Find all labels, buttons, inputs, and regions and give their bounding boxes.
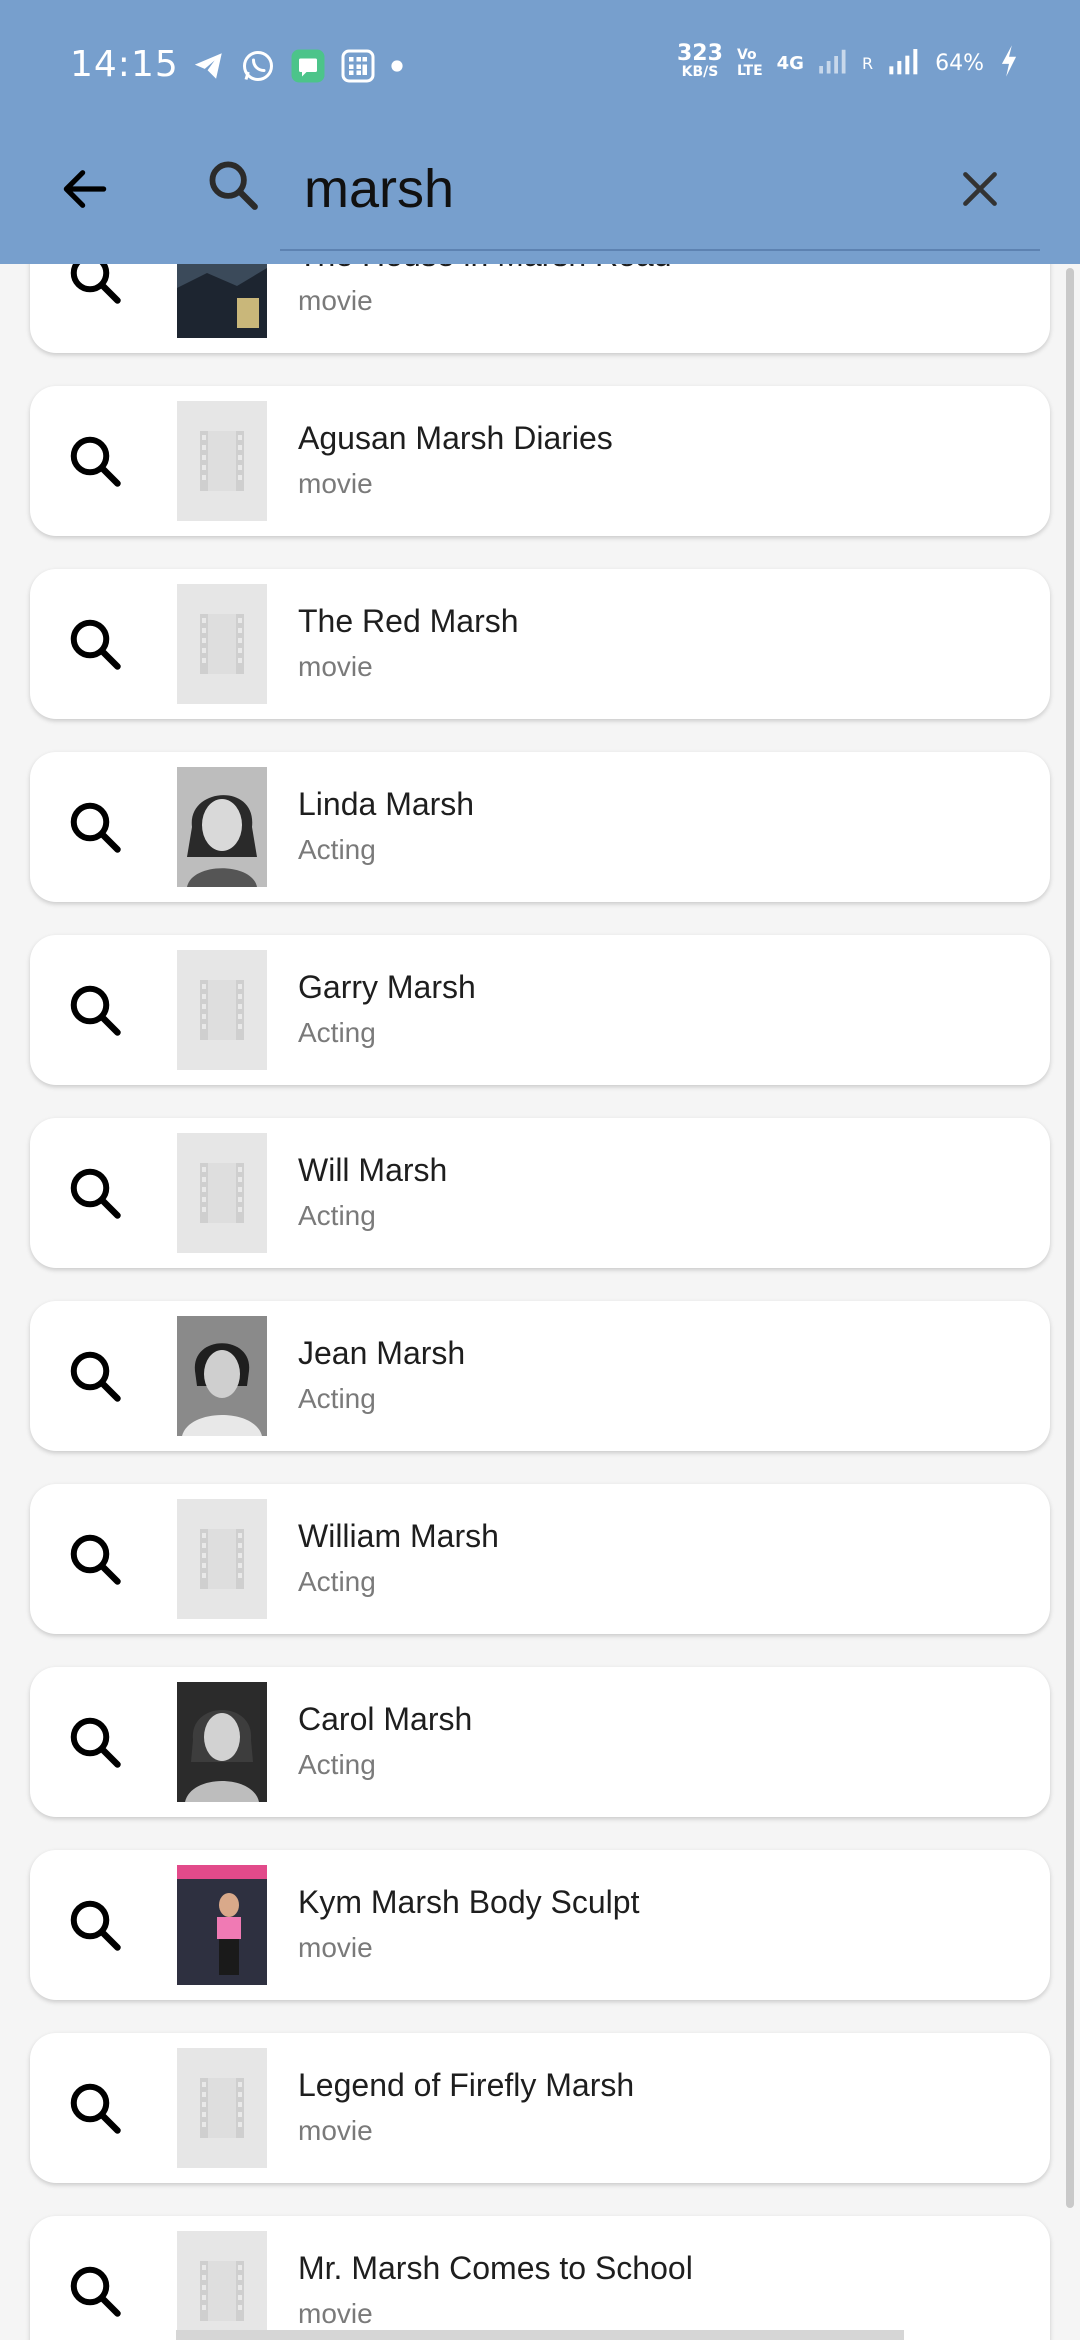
result-card[interactable]: Carol Marsh Acting <box>30 1667 1050 1817</box>
result-subtitle: movie <box>298 468 373 499</box>
person-photo-thumbnail <box>177 1316 267 1436</box>
search-icon <box>60 792 130 862</box>
result-subtitle: movie <box>298 2115 373 2146</box>
network-type: 4G <box>776 52 804 74</box>
film-placeholder-icon <box>177 584 267 704</box>
result-subtitle: Acting <box>298 1017 376 1048</box>
status-time: 14:15 <box>70 44 179 85</box>
result-card[interactable]: Agusan Marsh Diaries movie <box>30 386 1050 536</box>
signal-icon <box>818 46 848 80</box>
whatsapp-icon <box>240 48 276 84</box>
result-poster-thumbnail <box>177 1865 267 1985</box>
notification-icons <box>192 48 404 84</box>
result-card[interactable]: William Marsh Acting <box>30 1484 1050 1634</box>
search-icon <box>60 1524 130 1594</box>
result-subtitle: Acting <box>298 1200 376 1231</box>
result-card[interactable]: The Red Marsh movie <box>30 569 1050 719</box>
result-card[interactable]: Kym Marsh Body Sculpt movie <box>30 1850 1050 2000</box>
search-icon <box>60 2073 130 2143</box>
result-subtitle: Acting <box>298 1566 376 1597</box>
film-placeholder-icon <box>177 2231 267 2340</box>
film-placeholder-icon <box>177 401 267 521</box>
search-icon <box>60 1158 130 1228</box>
result-title: Carol Marsh <box>298 1701 473 1737</box>
person-photo-thumbnail <box>177 767 267 887</box>
battery-charging-icon <box>998 44 1020 82</box>
net-speed-unit: KB/S <box>681 64 719 80</box>
result-title: Mr. Marsh Comes to School <box>298 2250 693 2286</box>
result-title: Agusan Marsh Diaries <box>298 420 613 456</box>
result-title: The Red Marsh <box>298 603 519 639</box>
result-card[interactable]: Linda Marsh Acting <box>30 752 1050 902</box>
volte-bottom: LTE <box>736 63 763 79</box>
search-input-underline <box>280 249 1040 251</box>
bottom-divider <box>176 2330 904 2340</box>
search-icon <box>60 609 130 679</box>
result-subtitle: Acting <box>298 834 376 865</box>
calculator-icon <box>340 48 376 84</box>
result-subtitle: movie <box>298 2298 373 2329</box>
search-bar <box>0 130 1080 264</box>
result-card[interactable]: Mr. Marsh Comes to School movie <box>30 2216 1050 2340</box>
search-icon <box>60 426 130 496</box>
net-speed-value: 323 <box>677 41 723 66</box>
result-card[interactable]: Garry Marsh Acting <box>30 935 1050 1085</box>
signal-icon <box>887 45 921 81</box>
status-right: 323 KB/S Vo LTE 4G R 64% <box>677 41 1020 82</box>
result-title: Linda Marsh <box>298 786 475 822</box>
person-photo-thumbnail <box>177 1682 267 1802</box>
volte-top: Vo <box>736 47 757 63</box>
roaming-indicator: R <box>861 53 874 73</box>
app-header: 14:15 323 KB/S Vo LTE 4G R 64% marsh <box>0 0 1080 264</box>
result-subtitle: movie <box>298 651 373 682</box>
search-icon <box>60 975 130 1045</box>
result-subtitle: Acting <box>298 1383 376 1414</box>
close-icon <box>963 172 997 206</box>
result-title: William Marsh <box>298 1518 499 1554</box>
result-subtitle: movie <box>298 285 373 316</box>
result-card[interactable]: Jean Marsh Acting <box>30 1301 1050 1451</box>
net-speed: 323 KB/S <box>677 41 723 81</box>
result-title: Jean Marsh <box>298 1335 466 1371</box>
status-bar: 14:15 323 KB/S Vo LTE 4G R 64% <box>0 0 1080 130</box>
search-icon <box>60 2256 130 2326</box>
dot-icon <box>390 59 404 73</box>
battery-level: 64% <box>935 50 984 76</box>
film-placeholder-icon <box>177 1133 267 1253</box>
clear-search-button[interactable] <box>945 154 1015 224</box>
search-icon <box>198 150 268 220</box>
search-input[interactable] <box>280 144 920 234</box>
film-placeholder-icon <box>177 1499 267 1619</box>
result-card[interactable]: Legend of Firefly Marsh movie <box>30 2033 1050 2183</box>
scrollbar[interactable] <box>1066 268 1074 2208</box>
film-placeholder-icon <box>177 950 267 1070</box>
result-title: Legend of Firefly Marsh <box>298 2067 635 2103</box>
result-title: Kym Marsh Body Sculpt <box>298 1884 640 1920</box>
search-icon <box>60 1707 130 1777</box>
search-results-list[interactable]: The House in Marsh Road movie Agusan Mar… <box>0 0 1080 2340</box>
back-button[interactable] <box>50 154 120 224</box>
search-icon <box>60 1890 130 1960</box>
result-title: Garry Marsh <box>298 969 476 1005</box>
result-subtitle: movie <box>298 1932 373 1963</box>
result-subtitle: Acting <box>298 1749 376 1780</box>
messages-icon <box>290 48 326 84</box>
film-placeholder-icon <box>177 2048 267 2168</box>
arrow-left-icon <box>63 170 107 208</box>
volte-indicator: Vo LTE <box>737 47 763 79</box>
result-title: Will Marsh <box>298 1152 448 1188</box>
search-icon <box>60 1341 130 1411</box>
result-card[interactable]: Will Marsh Acting <box>30 1118 1050 1268</box>
telegram-icon <box>192 49 226 83</box>
